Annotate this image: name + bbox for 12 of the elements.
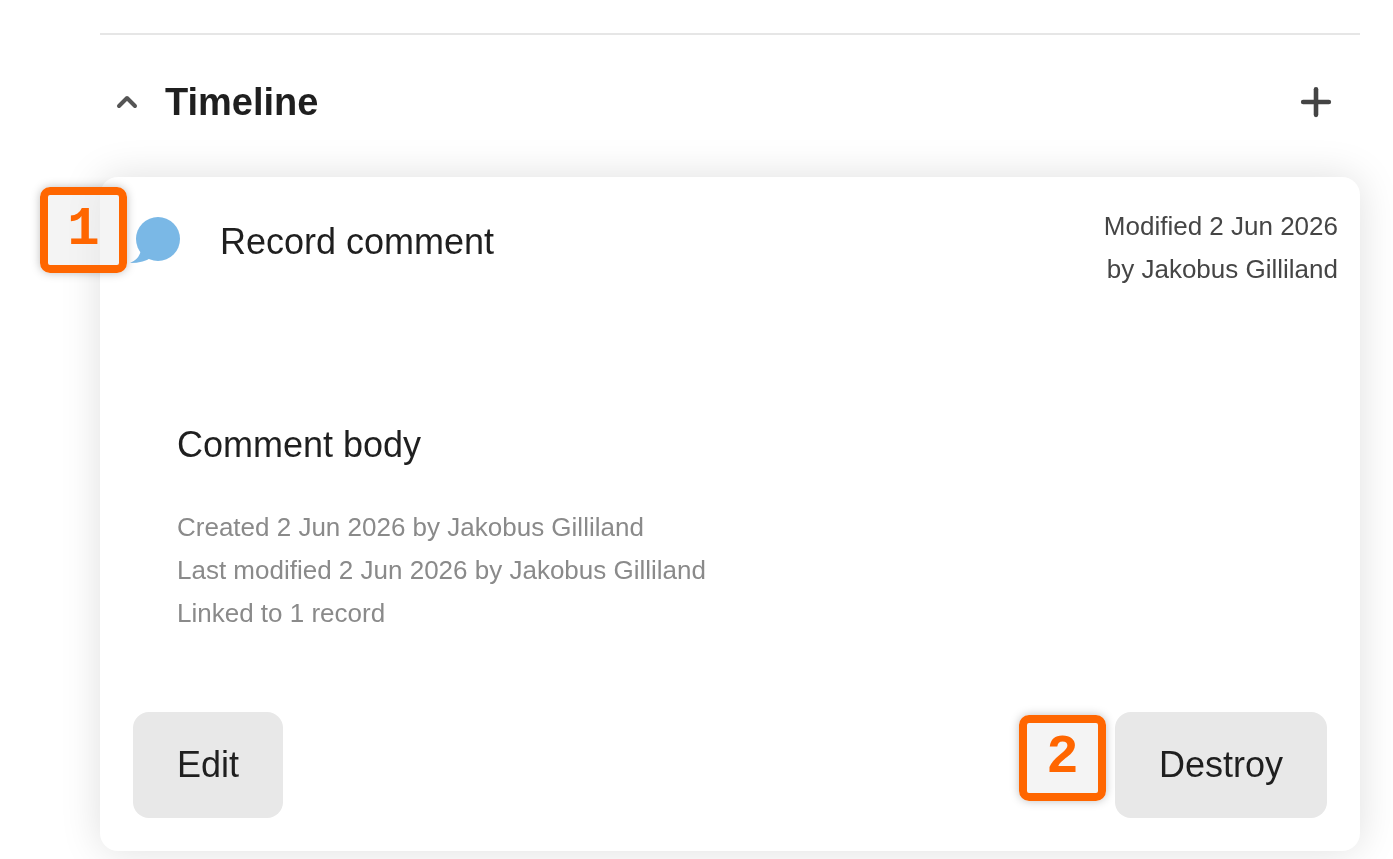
modified-info: Modified 2 Jun 2026 by Jakobus Gilliland [1103, 210, 1338, 286]
annotation-marker: 1 [40, 187, 127, 273]
destroy-button[interactable]: Destroy [1114, 712, 1327, 818]
annotation-marker: 2 [1018, 715, 1106, 801]
section-title: Timeline [165, 83, 319, 121]
meta-text: Linked to 1 record [177, 597, 386, 630]
comment-body: Comment body [177, 423, 422, 466]
meta-text: Created 2 Jun 2026 by Jakobus Gilliland [177, 511, 644, 544]
meta-text: Last modified 2 Jun 2026 by Jakobus Gilliland [177, 554, 706, 587]
entry-title: Record comment [220, 219, 495, 263]
speech-bubble-icon [128, 217, 180, 265]
edit-button[interactable]: Edit [133, 712, 284, 818]
